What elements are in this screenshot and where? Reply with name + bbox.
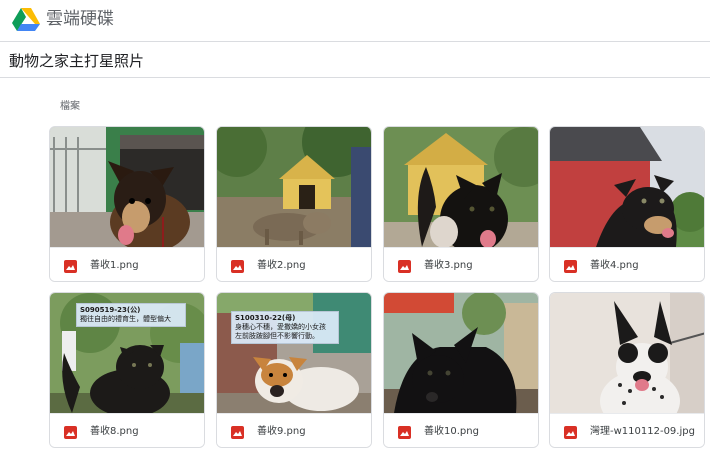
files-section-label: 檔案 — [60, 101, 80, 112]
file-name: 善收1.png — [90, 260, 139, 271]
file-card[interactable]: S100310-22(母) 身穗心不穗，愛撒嬌的小女孩 左前肢跛腳但不影響行動。… — [216, 292, 372, 448]
file-thumbnail — [550, 127, 704, 247]
file-name: 善收4.png — [590, 260, 639, 271]
image-file-icon — [231, 426, 244, 439]
app-title[interactable]: 雲端硬碟 — [46, 8, 114, 30]
file-thumbnail — [550, 293, 704, 413]
image-file-icon — [398, 260, 411, 273]
google-drive-logo-icon[interactable] — [12, 7, 40, 31]
sign-code: S100310-22(母) — [235, 314, 296, 322]
image-file-icon — [398, 426, 411, 439]
file-name: 善收10.png — [424, 426, 479, 437]
file-thumbnail — [384, 127, 538, 247]
file-thumbnail — [217, 127, 371, 247]
file-card[interactable]: 善收10.png — [383, 292, 539, 448]
file-thumbnail — [50, 127, 204, 247]
animal-info-sign: S100310-22(母) 身穗心不穗，愛撒嬌的小女孩 左前肢跛腳但不影響行動。 — [231, 311, 339, 344]
image-file-icon — [564, 426, 577, 439]
file-card[interactable]: 善收2.png — [216, 126, 372, 282]
folder-title: 動物之家主打星照片 — [9, 52, 145, 70]
file-card[interactable]: S090519-23(公) 獨往自由的禮育生，體型偏大 善收8.png — [49, 292, 205, 448]
image-file-icon — [64, 260, 77, 273]
image-file-icon — [564, 260, 577, 273]
sign-text: 獨往自由的禮育生，體型偏大 — [80, 315, 171, 323]
file-thumbnail: S100310-22(母) 身穗心不穗，愛撒嬌的小女孩 左前肢跛腳但不影響行動。 — [217, 293, 371, 413]
file-name: 善收8.png — [90, 426, 139, 437]
animal-info-sign: S090519-23(公) 獨往自由的禮育生，體型偏大 — [76, 303, 186, 327]
file-name: 善收2.png — [257, 260, 306, 271]
file-thumbnail — [384, 293, 538, 413]
file-card[interactable]: 善收3.png — [383, 126, 539, 282]
file-card[interactable]: 善收4.png — [549, 126, 705, 282]
file-name: 善收3.png — [424, 260, 473, 271]
file-name: 灣理-w110112-09.jpg — [590, 426, 695, 437]
sign-code: S090519-23(公) — [80, 306, 141, 314]
image-file-icon — [64, 426, 77, 439]
file-card[interactable]: 灣理-w110112-09.jpg — [549, 292, 705, 448]
app-header: 雲端硬碟 — [0, 0, 710, 42]
file-name: 善收9.png — [257, 426, 306, 437]
file-card[interactable]: 善收1.png — [49, 126, 205, 282]
folder-header: 動物之家主打星照片 — [0, 43, 710, 78]
sign-text: 身穗心不穗，愛撒嬌的小女孩 左前肢跛腳但不影響行動。 — [235, 323, 326, 340]
image-file-icon — [231, 260, 244, 273]
file-thumbnail: S090519-23(公) 獨往自由的禮育生，體型偏大 — [50, 293, 204, 413]
